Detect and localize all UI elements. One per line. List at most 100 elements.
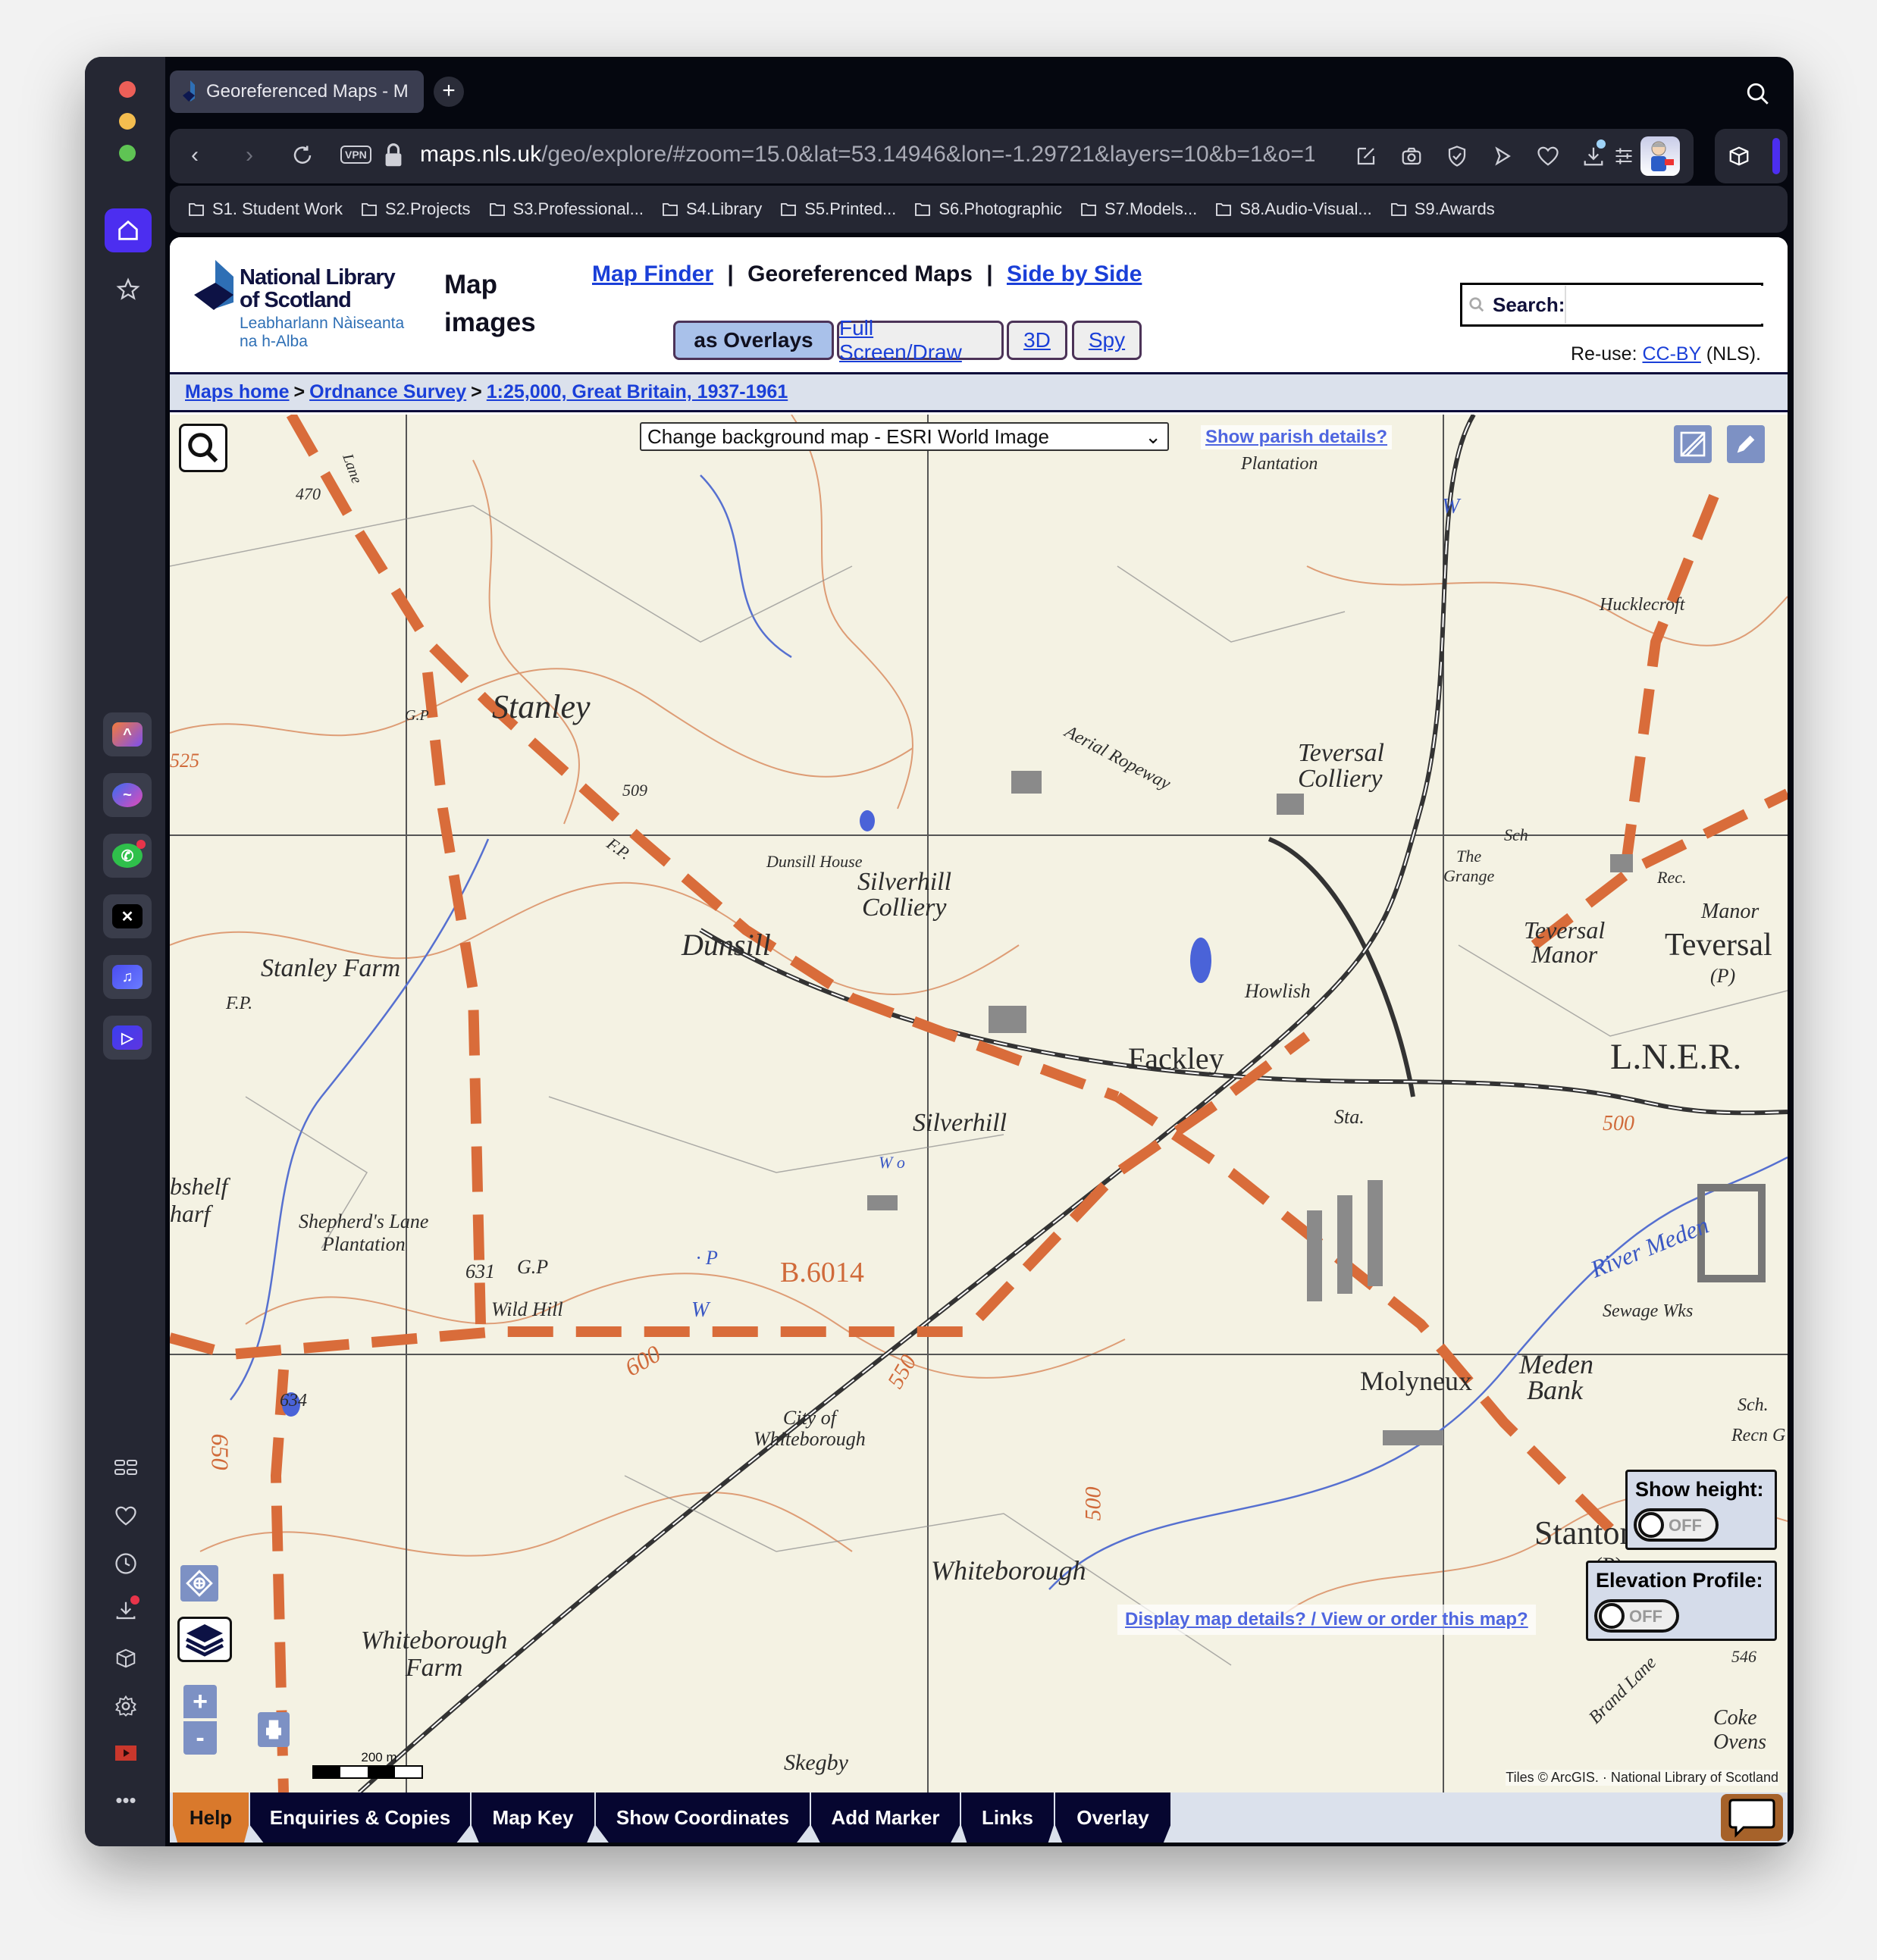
map-key-button[interactable]: Map Key <box>472 1792 594 1843</box>
reload-icon[interactable] <box>291 144 314 167</box>
bookmark-folder[interactable]: S6.Photographic <box>914 199 1062 219</box>
sidebar-app-send[interactable]: ▷ <box>103 1016 152 1060</box>
extensions-toolbar-button[interactable] <box>1725 142 1753 170</box>
map-finder-link[interactable]: Map Finder <box>592 261 713 286</box>
overlay-button[interactable]: Overlay <box>1055 1792 1170 1843</box>
map-canvas[interactable]: Stanley G.P 470 Lane 525 509 F.P. Dunsil… <box>170 415 1788 1792</box>
side-by-side-link[interactable]: Side by Side <box>1007 261 1142 286</box>
place-label: Whiteborough Farm <box>361 1627 507 1682</box>
sidebar-app-music[interactable]: ♫ <box>103 955 152 999</box>
view-full-screen-button[interactable]: Full Screen/Draw <box>837 316 1004 364</box>
bookmark-folder[interactable]: S7.Models... <box>1080 199 1197 219</box>
player-button[interactable] <box>109 1738 143 1768</box>
show-parish-details-link[interactable]: Show parish details? <box>1201 425 1393 449</box>
sidebar-app-x[interactable]: ✕ <box>103 894 152 938</box>
more-icon[interactable]: ••• <box>109 1785 143 1815</box>
show-coordinates-button[interactable]: Show Coordinates <box>596 1792 810 1843</box>
zoom-in-button[interactable]: + <box>183 1685 217 1718</box>
vpn-badge[interactable]: VPN <box>340 146 371 164</box>
background-map-select[interactable]: Change background map - ESRI World Image… <box>640 422 1169 451</box>
bookmark-folder[interactable]: S8.Audio-Visual... <box>1215 199 1372 219</box>
measure-button[interactable] <box>1674 425 1712 463</box>
nls-logo[interactable]: National Library of Scotland Leabharlann … <box>193 260 405 358</box>
view-button-label: 3D <box>1023 328 1051 352</box>
feature-label: Sewage Wks <box>1603 1301 1694 1321</box>
draw-button[interactable] <box>1727 425 1765 463</box>
elevation-profile-toggle[interactable]: OFF <box>1594 1599 1679 1633</box>
bookmark-folder[interactable]: S3.Professional... <box>489 199 644 219</box>
label-text: The <box>1456 847 1482 866</box>
minimize-window-button[interactable] <box>119 113 136 130</box>
fullscreen-window-button[interactable] <box>119 145 136 161</box>
label-text: Whiteborough <box>361 1627 508 1655</box>
browser-tab[interactable]: Georeferenced Maps - M <box>170 70 424 113</box>
new-tab-button[interactable]: + <box>434 77 464 107</box>
easy-setup-button[interactable] <box>1610 142 1637 170</box>
sidebar-app-whatsapp[interactable]: ✆ <box>103 834 152 878</box>
label-text: Plantation <box>321 1233 406 1255</box>
avatar-icon <box>1651 141 1674 171</box>
bookmark-label: S9.Awards <box>1414 199 1495 218</box>
view-as-overlays-button[interactable]: as Overlays <box>673 321 834 360</box>
nav-separator: | <box>986 261 993 286</box>
help-button[interactable]: Help <box>173 1792 249 1843</box>
elevation-profile-panel: Elevation Profile: OFF <box>1586 1561 1777 1641</box>
enquiries-copies-button[interactable]: Enquiries & Copies <box>250 1792 470 1843</box>
reuse-prefix: Re-use: <box>1571 343 1643 365</box>
close-window-button[interactable] <box>119 81 136 98</box>
profile-avatar[interactable] <box>1640 136 1680 176</box>
cc-by-link[interactable]: CC-BY <box>1642 343 1700 365</box>
url-field[interactable]: maps.nls.uk/geo/explore/#zoom=15.0&lat=5… <box>420 142 1315 168</box>
snapshot-button[interactable] <box>1398 142 1425 170</box>
place-label: Teversal <box>1665 928 1772 963</box>
tabs-grid-button[interactable] <box>109 1453 143 1483</box>
breadcrumb-maps-home[interactable]: Maps home <box>185 381 290 403</box>
breadcrumb-series[interactable]: 1:25,000, Great Britain, 1937-1961 <box>487 381 788 403</box>
player-toggle-button[interactable] <box>1489 142 1516 170</box>
zoom-out-button[interactable]: - <box>183 1721 217 1755</box>
settings-button[interactable] <box>109 1691 143 1721</box>
place-label: Dunsill House <box>766 853 863 871</box>
adblock-button[interactable] <box>1443 142 1471 170</box>
bookmarks-button[interactable] <box>109 1501 143 1531</box>
tab-search-button[interactable] <box>1745 81 1771 111</box>
breadcrumb-ordnance-survey[interactable]: Ordnance Survey <box>309 381 466 403</box>
edit-page-button[interactable] <box>1352 142 1380 170</box>
sidebar-app-aria[interactable]: ^ <box>103 712 152 756</box>
downloads-toolbar-button[interactable] <box>1580 139 1607 170</box>
folder-icon <box>1216 203 1232 216</box>
bookmark-folder[interactable]: S5.Printed... <box>780 199 896 219</box>
links-button[interactable]: Links <box>961 1792 1054 1843</box>
feedback-chat-button[interactable] <box>1721 1794 1783 1841</box>
forward-button[interactable]: › <box>246 142 253 168</box>
pinboard-button[interactable] <box>1534 142 1562 170</box>
sidebar-app-messenger[interactable]: ~ <box>103 773 152 817</box>
print-button[interactable] <box>258 1712 290 1747</box>
display-map-details-link[interactable]: Display map details? / View or order thi… <box>1117 1605 1536 1635</box>
map-search-button[interactable] <box>179 424 227 472</box>
layers-button[interactable] <box>177 1617 232 1662</box>
back-button[interactable]: ‹ <box>191 142 199 168</box>
show-height-toggle[interactable]: OFF <box>1634 1508 1719 1542</box>
add-marker-button[interactable]: Add Marker <box>811 1792 960 1843</box>
bookmark-folder[interactable]: S2.Projects <box>361 199 471 219</box>
notification-dot <box>136 840 146 849</box>
speed-dial-button[interactable] <box>105 268 152 312</box>
view-spy-button[interactable]: Spy <box>1072 321 1142 360</box>
bookmark-folder[interactable]: S1. Student Work <box>188 199 343 219</box>
search-input[interactable] <box>1565 286 1788 324</box>
extensions-button[interactable] <box>109 1643 143 1674</box>
view-3d-button[interactable]: 3D <box>1007 321 1067 360</box>
panel-handle[interactable] <box>1772 138 1780 174</box>
geolocate-button[interactable] <box>180 1565 218 1602</box>
downloads-button[interactable] <box>109 1595 143 1626</box>
history-button[interactable] <box>109 1548 143 1579</box>
place-label: Wild Hill <box>491 1298 563 1320</box>
bookmark-folder[interactable]: S4.Library <box>662 199 762 219</box>
label-text: Bank <box>1527 1375 1583 1405</box>
label-text: Meden <box>1519 1349 1593 1379</box>
bookmark-folder[interactable]: S9.Awards <box>1390 199 1495 219</box>
feature-label: W <box>691 1298 710 1322</box>
contour-lines <box>170 415 1788 1628</box>
home-button[interactable] <box>105 208 152 252</box>
